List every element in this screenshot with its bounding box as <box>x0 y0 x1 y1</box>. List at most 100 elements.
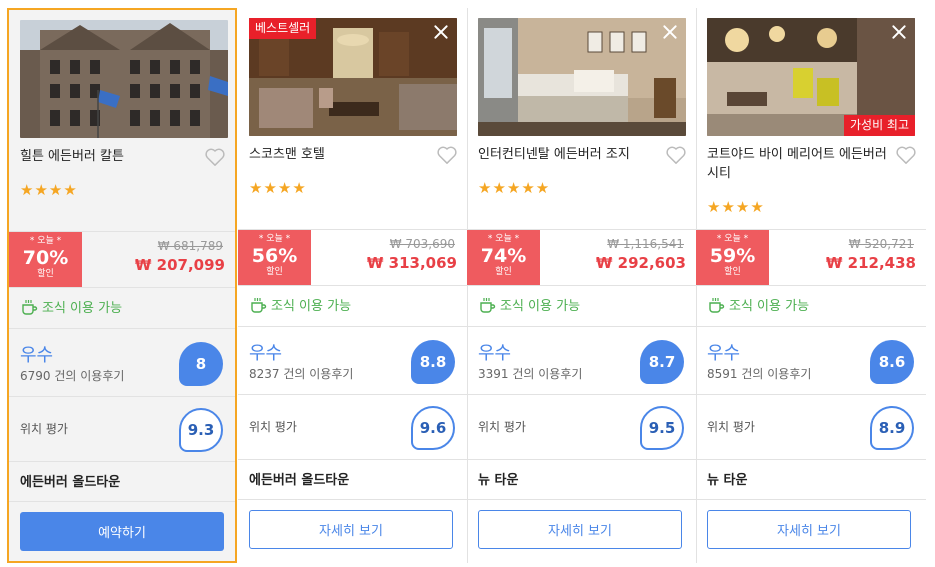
area-name: 에든버러 올드타운 <box>20 475 121 490</box>
divider <box>467 285 696 286</box>
breakfast-label: 조식 이용 가능 <box>500 299 581 314</box>
hotel-card-hilton[interactable]: 힐튼 에든버러 칼튼 ★★★★ * 오늘 * 70% 할인 ₩ 681,789 … <box>7 8 237 563</box>
location-score-badge: 8.9 <box>870 406 914 450</box>
details-button[interactable]: 자세히 보기 <box>249 510 453 549</box>
score-badge: 8.8 <box>411 340 455 384</box>
coffee-cup-icon <box>709 297 725 313</box>
review-count[interactable]: 8591 건의 이용후기 <box>707 365 811 382</box>
discount-percent: 74% <box>480 245 527 267</box>
hotel-building-image <box>20 20 228 138</box>
rating-word: 우수 <box>20 345 54 366</box>
divider <box>238 285 467 286</box>
discount-percent: 70% <box>22 247 69 269</box>
divider <box>696 326 926 327</box>
review-count[interactable]: 3391 건의 이용후기 <box>478 365 582 382</box>
sale-price[interactable]: ₩ 292,603 <box>596 254 686 272</box>
hotel-name[interactable]: 스코츠맨 호텔 <box>249 145 429 164</box>
breakfast-info: 조식 이용 가능 <box>478 295 580 314</box>
location-score-badge: 9.5 <box>640 406 684 450</box>
divider <box>467 459 696 460</box>
location-label: 위치 평가 <box>20 422 68 436</box>
review-count[interactable]: 6790 건의 이용후기 <box>20 367 124 384</box>
hotel-photo[interactable]: 가성비 최고 <box>707 18 915 136</box>
divider <box>696 499 926 500</box>
divider <box>467 499 696 500</box>
divider <box>696 394 926 395</box>
heart-icon[interactable] <box>436 145 458 165</box>
divider <box>9 461 235 462</box>
original-price: ₩ 681,789 <box>157 239 223 253</box>
divider <box>238 326 467 327</box>
breakfast-label: 조식 이용 가능 <box>729 299 810 314</box>
discount-badge: * 오늘 * 74% 할인 <box>467 230 540 285</box>
divider <box>238 499 467 500</box>
hotel-photo[interactable] <box>20 20 228 138</box>
original-price: ₩ 1,116,541 <box>607 237 684 251</box>
star-rating: ★★★★ <box>20 181 78 199</box>
coffee-cup-icon <box>22 299 38 315</box>
discount-today-label: * 오늘 * <box>487 234 520 244</box>
heart-icon[interactable] <box>204 147 226 167</box>
star-rating: ★★★★ <box>707 198 765 216</box>
review-count[interactable]: 8237 건의 이용후기 <box>249 365 353 382</box>
discount-badge: * 오늘 * 56% 할인 <box>238 230 311 285</box>
discount-percent: 56% <box>251 245 298 267</box>
discount-label: 할인 <box>266 267 283 277</box>
score-badge: 8.7 <box>640 340 684 384</box>
star-rating: ★★★★ <box>249 179 307 197</box>
discount-today-label: * 오늘 * <box>29 236 62 246</box>
breakfast-info: 조식 이용 가능 <box>707 295 809 314</box>
divider <box>696 285 926 286</box>
hotel-name[interactable]: 코트야드 바이 메리어트 에든버러 시티 <box>707 145 887 183</box>
rating-word: 우수 <box>707 343 741 364</box>
sale-price[interactable]: ₩ 212,438 <box>826 254 916 272</box>
divider <box>9 287 235 288</box>
hotel-name[interactable]: 힐튼 에든버러 칼튼 <box>20 147 200 166</box>
close-icon[interactable] <box>889 22 909 42</box>
hotel-room-image <box>478 18 686 136</box>
close-icon[interactable] <box>431 22 451 42</box>
divider <box>467 326 696 327</box>
divider <box>9 328 235 329</box>
discount-today-label: * 오늘 * <box>258 234 291 244</box>
heart-icon[interactable] <box>665 145 687 165</box>
discount-percent: 59% <box>709 245 756 267</box>
rating-word: 우수 <box>478 343 512 364</box>
discount-today-label: * 오늘 * <box>716 234 749 244</box>
heart-icon[interactable] <box>895 145 917 165</box>
hotel-photo[interactable]: 베스트셀러 <box>249 18 457 136</box>
breakfast-label: 조식 이용 가능 <box>271 299 352 314</box>
details-button[interactable]: 자세히 보기 <box>478 510 682 549</box>
divider <box>9 501 235 502</box>
close-icon[interactable] <box>660 22 680 42</box>
coffee-cup-icon <box>480 297 496 313</box>
original-price: ₩ 703,690 <box>389 237 455 251</box>
divider <box>9 396 235 397</box>
book-button[interactable]: 예약하기 <box>20 512 224 551</box>
discount-label: 할인 <box>37 269 54 279</box>
area-name: 뉴 타운 <box>707 473 748 488</box>
location-label: 위치 평가 <box>478 420 526 434</box>
hotel-card-intercontinental[interactable]: 인터컨티넨탈 에든버러 조지 ★★★★★ * 오늘 * 74% 할인 ₩ 1,1… <box>467 8 697 563</box>
bestseller-badge: 베스트셀러 <box>249 18 317 39</box>
divider <box>238 459 467 460</box>
hotel-photo[interactable] <box>478 18 686 136</box>
hotel-name[interactable]: 인터컨티넨탈 에든버러 조지 <box>478 145 658 164</box>
location-score-badge: 9.3 <box>179 408 223 452</box>
original-price: ₩ 520,721 <box>848 237 914 251</box>
location-score-badge: 9.6 <box>411 406 455 450</box>
sale-price[interactable]: ₩ 207,099 <box>135 256 225 274</box>
discount-label: 할인 <box>724 267 741 277</box>
area-name: 에든버러 올드타운 <box>249 473 350 488</box>
details-button[interactable]: 자세히 보기 <box>707 510 911 549</box>
sale-price[interactable]: ₩ 313,069 <box>367 254 457 272</box>
hotel-card-scotsman[interactable]: 베스트셀러 스코츠맨 호텔 ★★★★ * 오늘 * 56% 할인 ₩ 703,6… <box>238 8 468 563</box>
hotel-card-courtyard[interactable]: 가성비 최고 코트야드 바이 메리어트 에든버러 시티 ★★★★ * 오늘 * … <box>696 8 926 563</box>
best-value-badge: 가성비 최고 <box>843 115 915 136</box>
location-label: 위치 평가 <box>249 420 297 434</box>
divider <box>467 394 696 395</box>
divider <box>696 459 926 460</box>
area-name: 뉴 타운 <box>478 473 519 488</box>
location-label: 위치 평가 <box>707 420 755 434</box>
star-rating: ★★★★★ <box>478 179 551 197</box>
